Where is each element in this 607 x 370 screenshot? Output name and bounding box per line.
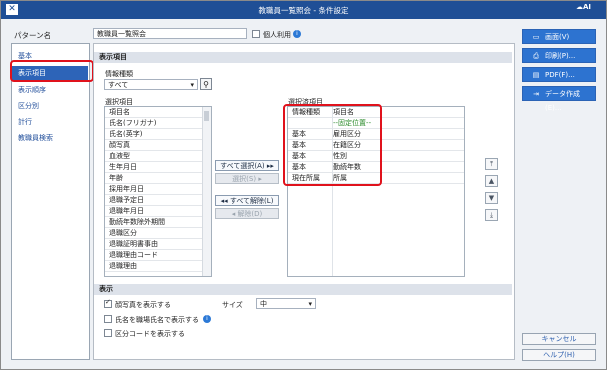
- remove-label: 解除(D): [237, 210, 263, 218]
- info-type-label: 情報種類: [105, 70, 133, 78]
- info-type-value: すべて: [108, 81, 129, 89]
- sidebar-item-staff-search[interactable]: 教職員検索: [18, 133, 53, 143]
- list-item[interactable]: 採用年月日: [105, 184, 211, 195]
- list-item[interactable]: 退職年月日: [105, 206, 211, 217]
- display-section-title: 表示: [94, 284, 512, 295]
- personal-use-checkbox[interactable]: [252, 30, 260, 38]
- list-item[interactable]: 退職理由: [105, 261, 211, 272]
- show-category-code-checkbox[interactable]: [104, 329, 112, 337]
- cancel-button[interactable]: キャンセル: [522, 333, 596, 345]
- title-bar: ✕ 教職員一覧照会 - 条件設定 ☁AI: [1, 1, 606, 19]
- display-items-section-title: 表示項目: [94, 52, 512, 63]
- info-type-select[interactable]: すべて ▾: [104, 79, 198, 90]
- show-category-code-label: 区分コードを表示する: [115, 330, 185, 338]
- list-item[interactable]: 氏名(フリガナ): [105, 118, 211, 129]
- pattern-name-input[interactable]: 教職員一覧照会: [93, 28, 247, 39]
- double-right-arrow-icon: ▸▸: [266, 162, 274, 170]
- list-item[interactable]: 退職理由コード: [105, 250, 211, 261]
- show-photo-label: 顔写真を表示する: [115, 301, 171, 309]
- app-logo-text: AI: [583, 3, 592, 11]
- remove-all-button[interactable]: ◂◂ すべて解除(L): [215, 195, 279, 206]
- list-item[interactable]: 氏名(英字): [105, 129, 211, 140]
- list-header: 項目名: [105, 107, 211, 118]
- show-job-title-label: 氏名を職場氏名で表示する: [115, 316, 199, 324]
- move-top-icon[interactable]: ⤒: [485, 158, 498, 170]
- info-icon[interactable]: i: [293, 30, 301, 38]
- chevron-down-icon: ▾: [190, 81, 194, 89]
- window-title: 教職員一覧照会 - 条件設定: [258, 6, 349, 15]
- sidebar-item-category[interactable]: 区分別: [18, 101, 39, 111]
- print-button[interactable]: ⎙ 印刷(P)...: [522, 48, 596, 63]
- list-item[interactable]: 勤続年数除外期間: [105, 217, 211, 228]
- size-label: サイズ: [222, 301, 243, 309]
- sidebar-item-total-row[interactable]: 計行: [18, 117, 32, 127]
- double-left-arrow-icon: ◂◂: [220, 197, 228, 205]
- scrollbar[interactable]: [202, 107, 211, 276]
- remove-button[interactable]: ◂ 解除(D): [215, 208, 279, 219]
- screen-button[interactable]: ▭ 画面(V): [522, 29, 596, 44]
- move-up-icon[interactable]: ▲: [485, 175, 498, 187]
- list-item[interactable]: 退職区分: [105, 228, 211, 239]
- sidebar: 基本 表示項目 表示順序 区分別 計行 教職員検索: [11, 43, 90, 360]
- help-button[interactable]: ヘルプ(H): [522, 349, 596, 361]
- pdf-button-label: PDF(F)...: [545, 71, 575, 79]
- highlight-selected-items: [283, 104, 382, 186]
- size-value: 中: [260, 300, 267, 308]
- scrollbar-thumb[interactable]: [204, 111, 209, 121]
- list-item[interactable]: 年齢: [105, 173, 211, 184]
- list-item[interactable]: 退職予定日: [105, 195, 211, 206]
- main-panel: 表示項目 情報種類 すべて ▾ ⚲ 選択項目 項目名 氏名(フリガナ) 氏名(英…: [93, 43, 515, 360]
- export-icon: ⇥: [533, 90, 539, 98]
- move-bottom-icon[interactable]: ⤓: [485, 209, 498, 221]
- data-create-button[interactable]: ⇥ データ作成(E)...: [522, 86, 596, 112]
- list-item[interactable]: 生年月日: [105, 162, 211, 173]
- data-create-button-label: データ作成(E)...: [545, 90, 580, 112]
- screen-button-label: 画面(V): [545, 33, 570, 41]
- move-down-icon[interactable]: ▼: [485, 192, 498, 204]
- list-item[interactable]: 血液型: [105, 151, 211, 162]
- size-select[interactable]: 中 ▾: [256, 298, 316, 309]
- dialog-window: ✕ 教職員一覧照会 - 条件設定 ☁AI パターン名 教職員一覧照会 個人利用 …: [0, 0, 607, 370]
- search-icon[interactable]: ⚲: [200, 78, 212, 90]
- show-job-title-checkbox[interactable]: [104, 315, 112, 323]
- print-button-label: 印刷(P)...: [545, 52, 576, 60]
- select-label: 選択(S): [232, 175, 257, 183]
- remove-all-label: すべて解除(L): [229, 197, 274, 205]
- info-icon[interactable]: i: [203, 315, 211, 323]
- highlight-sidebar: [10, 60, 94, 82]
- select-all-label: すべて選択(A): [220, 162, 265, 170]
- show-photo-checkbox[interactable]: [104, 298, 112, 308]
- app-logo-icon: ☁AI: [576, 3, 592, 11]
- printer-icon: ⎙: [533, 52, 539, 60]
- select-button[interactable]: 選択(S) ▸: [215, 173, 279, 184]
- pdf-icon: ▤: [532, 71, 540, 79]
- monitor-icon: ▭: [532, 33, 540, 41]
- personal-use-label: 個人利用: [263, 31, 291, 39]
- pdf-button[interactable]: ▤ PDF(F)...: [522, 67, 596, 82]
- left-arrow-icon: ◂: [231, 210, 236, 218]
- list-item[interactable]: 顔写真: [105, 140, 211, 151]
- sidebar-item-display-order[interactable]: 表示順序: [18, 85, 46, 95]
- right-arrow-icon: ▸: [258, 175, 262, 183]
- select-all-button[interactable]: すべて選択(A) ▸▸: [215, 160, 279, 171]
- pattern-name-label: パターン名: [14, 31, 52, 40]
- selection-items-list[interactable]: 項目名 氏名(フリガナ) 氏名(英字) 顔写真 血液型 生年月日 年齢 採用年月…: [104, 106, 212, 277]
- list-item[interactable]: 退職証明書事由: [105, 239, 211, 250]
- chevron-down-icon: ▾: [308, 300, 312, 308]
